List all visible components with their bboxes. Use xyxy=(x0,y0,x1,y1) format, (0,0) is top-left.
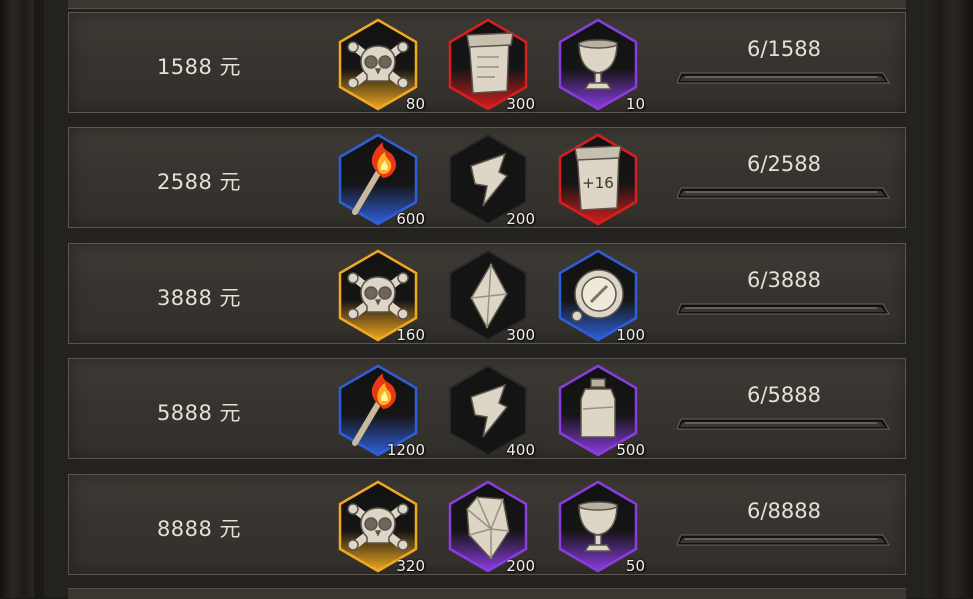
tier-progress-text: 6/3888 xyxy=(747,268,821,292)
item-quantity: 160 xyxy=(396,326,425,344)
reward-item[interactable]: 500 xyxy=(557,363,645,459)
reward-tier-row[interactable]: 1588 元 80 300 10 6/1588 xyxy=(68,12,906,113)
tier-price: 3888 元 xyxy=(156,286,242,310)
tier-progress-text: 6/8888 xyxy=(747,499,821,523)
item-quantity: 400 xyxy=(506,441,535,459)
tier-progress-bar xyxy=(676,69,891,84)
right-frame xyxy=(925,0,973,598)
reward-tier-row[interactable]: 8888 元 320 200 50 6/8888 xyxy=(68,474,906,575)
next-row-edge xyxy=(68,588,906,599)
top-row-edge xyxy=(68,0,906,9)
tier-price: 2588 元 xyxy=(156,170,242,194)
reward-tier-row[interactable]: 5888 元 1200 400 500 6/5888 xyxy=(68,358,906,459)
svg-text:+16: +16 xyxy=(582,174,614,192)
reward-item[interactable]: 80 xyxy=(337,17,425,113)
reward-tier-row[interactable]: 2588 元 600 200 +16 6/2588 xyxy=(68,127,906,228)
item-quantity: 200 xyxy=(506,210,535,228)
reward-item[interactable]: +16 xyxy=(557,132,639,227)
item-quantity: 300 xyxy=(506,95,535,113)
item-quantity: 80 xyxy=(405,95,425,113)
item-quantity: 600 xyxy=(396,210,425,228)
item-quantity: 50 xyxy=(625,557,645,575)
item-quantity: 10 xyxy=(625,95,645,113)
reward-item[interactable]: 300 xyxy=(447,17,535,113)
item-quantity: 100 xyxy=(616,326,645,344)
reward-item[interactable]: 10 xyxy=(557,17,645,113)
reward-item[interactable]: 400 xyxy=(447,363,535,459)
tier-progress-bar xyxy=(676,184,891,199)
tier-price: 5888 元 xyxy=(156,401,242,425)
reward-item[interactable]: 320 xyxy=(337,479,425,575)
tier-progress-text: 6/1588 xyxy=(747,37,821,61)
reward-item[interactable]: 100 xyxy=(557,248,645,344)
reward-item[interactable]: 600 xyxy=(337,132,425,228)
tier-price: 1588 元 xyxy=(156,55,242,79)
tier-progress-bar xyxy=(676,300,891,315)
reward-item[interactable]: 300 xyxy=(447,248,535,344)
item-quantity: 320 xyxy=(396,557,425,575)
reward-item[interactable]: 50 xyxy=(557,479,645,575)
left-frame xyxy=(0,0,34,598)
tier-price: 8888 元 xyxy=(156,517,242,541)
item-quantity: 300 xyxy=(506,326,535,344)
reward-item[interactable]: 1200 xyxy=(337,363,425,459)
reward-item[interactable]: 200 xyxy=(447,479,535,575)
tier-progress-text: 6/5888 xyxy=(747,383,821,407)
tier-progress-bar xyxy=(676,531,891,546)
item-quantity: 500 xyxy=(616,441,645,459)
reward-item[interactable]: 160 xyxy=(337,248,425,344)
reward-item[interactable]: 200 xyxy=(447,132,535,228)
item-quantity: 1200 xyxy=(386,441,425,459)
item-quantity: 200 xyxy=(506,557,535,575)
tier-progress-bar xyxy=(676,415,891,430)
tier-progress-text: 6/2588 xyxy=(747,152,821,176)
reward-tier-row[interactable]: 3888 元 160 300 100 6/3888 xyxy=(68,243,906,344)
